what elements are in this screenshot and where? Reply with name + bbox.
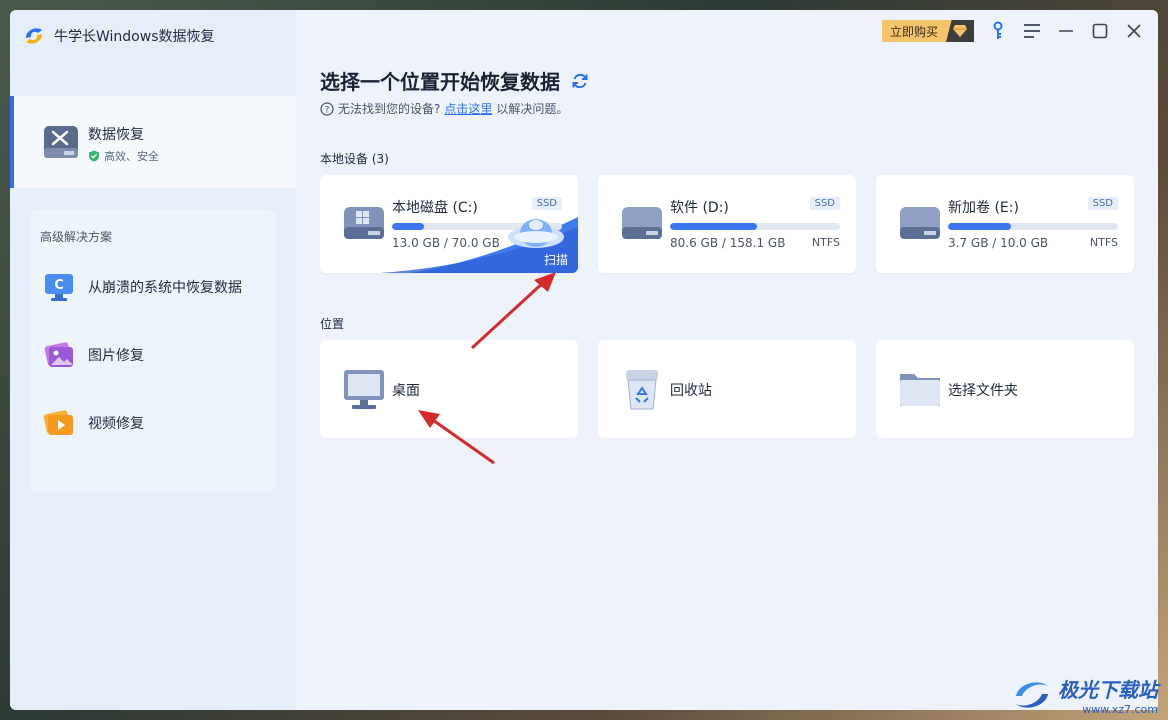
folder-icon — [900, 374, 940, 406]
sidebar: 牛学长Windows数据恢复 数据恢复 高效、安全 高级解决方案 C 从崩溃的系… — [10, 10, 296, 710]
help-line: ? 无法找到您的设备? 点击这里 以解决问题。 — [320, 100, 568, 117]
location-name: 选择文件夹 — [948, 383, 1018, 399]
buy-now-button[interactable]: 立即购买 — [881, 20, 974, 42]
refresh-icon[interactable] — [570, 71, 590, 91]
drive-usage-text: 3.7 GB / 10.0 GB — [948, 236, 1049, 250]
drive-card-d[interactable]: 软件 (D:) SSD 80.6 GB / 158.1 GB NTFS — [598, 175, 856, 273]
drive-name: 新加卷 (E:) — [948, 200, 1019, 216]
app-window: 牛学长Windows数据恢复 数据恢复 高效、安全 高级解决方案 C 从崩溃的系… — [10, 10, 1158, 710]
sidebar-item-data-recovery[interactable]: 数据恢复 高效、安全 — [10, 96, 296, 188]
buy-now-label: 立即购买 — [889, 24, 938, 39]
drive-name: 本地磁盘 (C:) — [392, 200, 478, 216]
question-icon: ? — [320, 101, 334, 116]
drive-tools-icon — [44, 126, 78, 158]
location-name: 桌面 — [392, 383, 420, 399]
sidebar-item-title: 数据恢复 — [88, 127, 144, 143]
sidebar-item-video-repair[interactable]: 视频修复 — [42, 406, 144, 440]
key-icon[interactable] — [988, 21, 1008, 41]
locations-label: 位置 — [320, 317, 345, 331]
drive-usage-text: 80.6 GB / 158.1 GB — [670, 236, 786, 250]
subtitle-text: 高效、安全 — [104, 150, 159, 163]
drive-icon — [622, 207, 662, 239]
drive-type-badge: SSD — [809, 197, 840, 210]
drive-icon — [900, 207, 940, 239]
advanced-solutions-title: 高级解决方案 — [40, 230, 113, 244]
sidebar-item-label: 图片修复 — [88, 348, 144, 364]
diamond-icon — [946, 20, 974, 42]
watermark-url: www.xz7.com — [1082, 703, 1158, 716]
drive-usage-fill — [948, 223, 1011, 230]
help-suffix: 以解决问题。 — [496, 102, 569, 116]
page-title: 选择一个位置开始恢复数据 — [320, 66, 590, 95]
maximize-icon[interactable] — [1090, 21, 1110, 41]
menu-icon[interactable] — [1022, 21, 1042, 41]
app-title: 牛学长Windows数据恢复 — [54, 29, 215, 45]
watermark: 极光下载站 www.xz7.com — [1012, 674, 1158, 716]
svg-text:?: ? — [325, 105, 330, 115]
drive-card-c[interactable]: 本地磁盘 (C:) SSD 13.0 GB / 70.0 GB 扫描 — [320, 175, 578, 273]
minimize-icon[interactable] — [1056, 21, 1076, 41]
close-icon[interactable] — [1124, 21, 1144, 41]
location-name: 回收站 — [670, 383, 712, 399]
location-card-select-folder[interactable]: 选择文件夹 — [876, 340, 1134, 438]
drive-type-badge: SSD — [1087, 197, 1118, 210]
shield-check-icon — [89, 150, 99, 162]
sidebar-item-crashed-system[interactable]: C 从崩溃的系统中恢复数据 — [42, 270, 242, 304]
page-title-text: 选择一个位置开始恢复数据 — [320, 70, 560, 94]
drive-usage-text: 13.0 GB / 70.0 GB — [392, 236, 500, 250]
sidebar-item-label: 从崩溃的系统中恢复数据 — [88, 280, 242, 296]
drive-filesystem: NTFS — [811, 236, 840, 249]
svg-text:C: C — [54, 278, 64, 293]
sidebar-item-subtitle: 高效、安全 — [88, 148, 159, 164]
computer-c-icon: C — [45, 274, 73, 301]
drive-usage-bar — [948, 223, 1118, 230]
location-card-recycle-bin[interactable]: 回收站 — [598, 340, 856, 438]
photo-repair-icon — [44, 342, 73, 367]
drive-icon — [344, 207, 384, 239]
recycle-bin-icon — [626, 370, 658, 410]
sidebar-item-label: 视频修复 — [88, 416, 144, 432]
app-logo-icon — [26, 28, 42, 44]
drive-usage-fill — [670, 223, 757, 230]
help-link[interactable]: 点击这里 — [444, 100, 492, 117]
sidebar-item-photo-repair[interactable]: 图片修复 — [42, 338, 144, 372]
main-content: 立即购买 选择一个位置开始恢复数据 ? 无法找到您的设备? 点击这里 以解决问题… — [296, 10, 1158, 710]
advanced-solutions-panel: 高级解决方案 C 从崩溃的系统中恢复数据 图片修复 视频修复 — [30, 210, 276, 492]
watermark-text: 极光下载站 — [1058, 678, 1158, 702]
drive-card-e[interactable]: 新加卷 (E:) SSD 3.7 GB / 10.0 GB NTFS — [876, 175, 1134, 273]
location-card-desktop[interactable]: 桌面 — [320, 340, 578, 438]
app-title-bar: 牛学长Windows数据恢复 — [22, 24, 215, 48]
watermark-logo-icon — [1016, 682, 1048, 708]
scan-ufo-icon — [508, 219, 564, 248]
drive-usage-bar — [670, 223, 840, 230]
title-bar-controls: 立即购买 — [881, 20, 1144, 42]
drive-name: 软件 (D:) — [670, 200, 729, 216]
drive-usage-fill — [392, 223, 424, 230]
video-repair-icon — [43, 410, 73, 435]
desktop-icon — [344, 370, 384, 409]
scan-button[interactable]: 扫描 — [544, 251, 568, 268]
drive-filesystem: NTFS — [1089, 236, 1118, 249]
help-prefix: 无法找到您的设备? — [338, 102, 441, 116]
local-devices-label: 本地设备 (3) — [320, 152, 389, 166]
drive-type-badge: SSD — [531, 197, 562, 210]
